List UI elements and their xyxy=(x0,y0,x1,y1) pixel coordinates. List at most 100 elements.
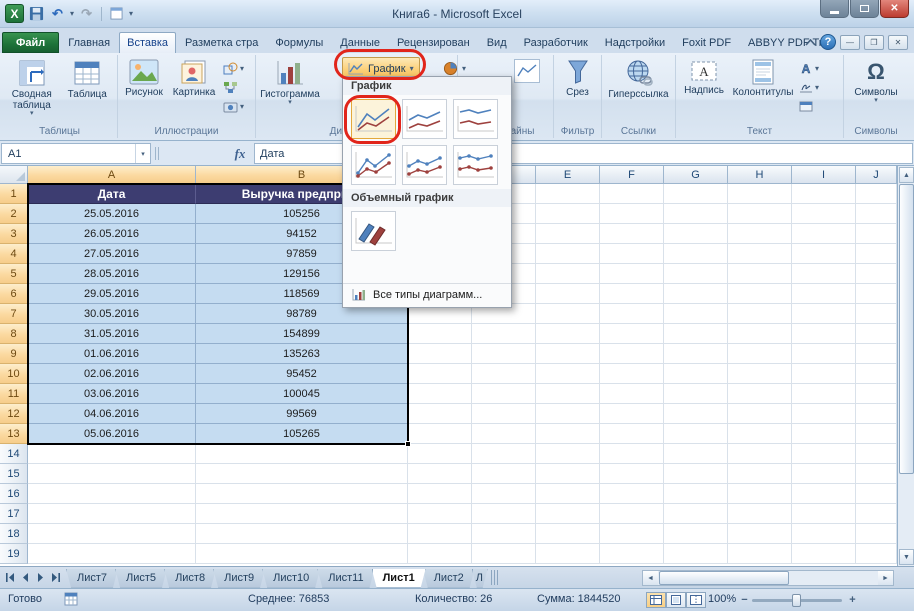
cell-J1[interactable] xyxy=(856,184,897,204)
cell-B18[interactable] xyxy=(196,524,408,544)
cell-I5[interactable] xyxy=(792,264,856,284)
cell-E17[interactable] xyxy=(536,504,600,524)
cell-F14[interactable] xyxy=(600,444,664,464)
cell-I16[interactable] xyxy=(792,484,856,504)
workbook-close-button[interactable]: ✕ xyxy=(888,35,908,50)
zoom-slider-thumb[interactable] xyxy=(792,594,801,607)
cell-B17[interactable] xyxy=(196,504,408,524)
cell-B11[interactable]: 100045 xyxy=(196,384,408,404)
cell-C8[interactable] xyxy=(408,324,472,344)
help-icon[interactable]: ? xyxy=(820,34,836,50)
redo-icon[interactable]: ↷ xyxy=(78,5,95,22)
cell-E4[interactable] xyxy=(536,244,600,264)
tab-formulas[interactable]: Формулы xyxy=(267,32,331,53)
smartart-button[interactable] xyxy=(221,79,246,96)
cell-D8[interactable] xyxy=(472,324,536,344)
row-header-7[interactable]: 7 xyxy=(0,304,28,324)
cell-G10[interactable] xyxy=(664,364,728,384)
symbols-button[interactable]: Ω Символы ▾ xyxy=(847,57,905,104)
cell-D10[interactable] xyxy=(472,364,536,384)
undo-icon[interactable]: ↶ xyxy=(49,5,66,22)
page-layout-view-icon[interactable] xyxy=(666,592,686,608)
row-header-16[interactable]: 16 xyxy=(0,484,28,504)
tab-page-layout[interactable]: Разметка стра xyxy=(177,32,266,53)
cell-J14[interactable] xyxy=(856,444,897,464)
cell-E3[interactable] xyxy=(536,224,600,244)
normal-view-icon[interactable] xyxy=(646,592,666,608)
cell-G16[interactable] xyxy=(664,484,728,504)
row-header-13[interactable]: 13 xyxy=(0,424,28,444)
cell-H16[interactable] xyxy=(728,484,792,504)
cell-J12[interactable] xyxy=(856,404,897,424)
cell-B12[interactable]: 99569 xyxy=(196,404,408,424)
collapse-ribbon-icon[interactable] xyxy=(805,39,816,46)
excel-logo-icon[interactable]: X xyxy=(5,4,24,23)
clipart-button[interactable]: Картинка xyxy=(169,57,219,115)
cell-F8[interactable] xyxy=(600,324,664,344)
horizontal-scroll-thumb[interactable] xyxy=(659,571,789,585)
cell-B19[interactable] xyxy=(196,544,408,564)
cell-H9[interactable] xyxy=(728,344,792,364)
cell-E11[interactable] xyxy=(536,384,600,404)
cell-A17[interactable] xyxy=(28,504,196,524)
cell-E7[interactable] xyxy=(536,304,600,324)
cell-E14[interactable] xyxy=(536,444,600,464)
cell-J10[interactable] xyxy=(856,364,897,384)
cell-H8[interactable] xyxy=(728,324,792,344)
cell-E8[interactable] xyxy=(536,324,600,344)
cell-A1[interactable]: Дата xyxy=(28,184,196,204)
cell-J4[interactable] xyxy=(856,244,897,264)
horizontal-scrollbar[interactable]: ◄ ► xyxy=(642,570,894,586)
screenshot-button[interactable]: ▾ xyxy=(221,98,246,115)
cell-G4[interactable] xyxy=(664,244,728,264)
cell-H19[interactable] xyxy=(728,544,792,564)
sheet-tab-list10[interactable]: Лист10 xyxy=(262,569,320,588)
hyperlink-button[interactable]: Гиперссылка xyxy=(605,57,672,100)
cell-D19[interactable] xyxy=(472,544,536,564)
select-all-corner[interactable] xyxy=(0,166,28,184)
row-header-18[interactable]: 18 xyxy=(0,524,28,544)
cell-I6[interactable] xyxy=(792,284,856,304)
picture-button[interactable]: Рисунок xyxy=(121,57,167,115)
cell-C11[interactable] xyxy=(408,384,472,404)
tab-data[interactable]: Данные xyxy=(332,32,388,53)
cell-A14[interactable] xyxy=(28,444,196,464)
tab-add-ins[interactable]: Надстройки xyxy=(597,32,673,53)
line-chart-type-icon[interactable] xyxy=(351,99,396,139)
cell-I8[interactable] xyxy=(792,324,856,344)
tab-view[interactable]: Вид xyxy=(479,32,515,53)
cell-G9[interactable] xyxy=(664,344,728,364)
vertical-scrollbar[interactable]: ▲ ▼ xyxy=(897,166,914,566)
cell-B16[interactable] xyxy=(196,484,408,504)
tab-review[interactable]: Рецензирован xyxy=(389,32,478,53)
cell-I19[interactable] xyxy=(792,544,856,564)
cell-G2[interactable] xyxy=(664,204,728,224)
cell-F3[interactable] xyxy=(600,224,664,244)
cell-G3[interactable] xyxy=(664,224,728,244)
cell-C13[interactable] xyxy=(408,424,472,444)
histogram-button[interactable]: Гистограмма ▾ xyxy=(259,57,321,106)
sheet-tab-list11[interactable]: Лист11 xyxy=(317,569,374,588)
cell-B8[interactable]: 154899 xyxy=(196,324,408,344)
cell-J15[interactable] xyxy=(856,464,897,484)
row-header-15[interactable]: 15 xyxy=(0,464,28,484)
cell-E2[interactable] xyxy=(536,204,600,224)
name-box[interactable]: A1 ▾ xyxy=(1,143,151,164)
zoom-in-icon[interactable]: + xyxy=(846,593,859,606)
cell-F12[interactable] xyxy=(600,404,664,424)
cell-D9[interactable] xyxy=(472,344,536,364)
header-footer-button[interactable]: Колонтитулы xyxy=(731,57,795,115)
row-header-19[interactable]: 19 xyxy=(0,544,28,564)
cell-H11[interactable] xyxy=(728,384,792,404)
cell-C15[interactable] xyxy=(408,464,472,484)
cell-E12[interactable] xyxy=(536,404,600,424)
cell-G5[interactable] xyxy=(664,264,728,284)
cell-H3[interactable] xyxy=(728,224,792,244)
column-header-G[interactable]: G xyxy=(664,166,728,184)
cell-G15[interactable] xyxy=(664,464,728,484)
cell-A11[interactable]: 03.06.2016 xyxy=(28,384,196,404)
tab-file[interactable]: Файл xyxy=(2,32,59,53)
cell-A9[interactable]: 01.06.2016 xyxy=(28,344,196,364)
cell-H6[interactable] xyxy=(728,284,792,304)
cell-H4[interactable] xyxy=(728,244,792,264)
